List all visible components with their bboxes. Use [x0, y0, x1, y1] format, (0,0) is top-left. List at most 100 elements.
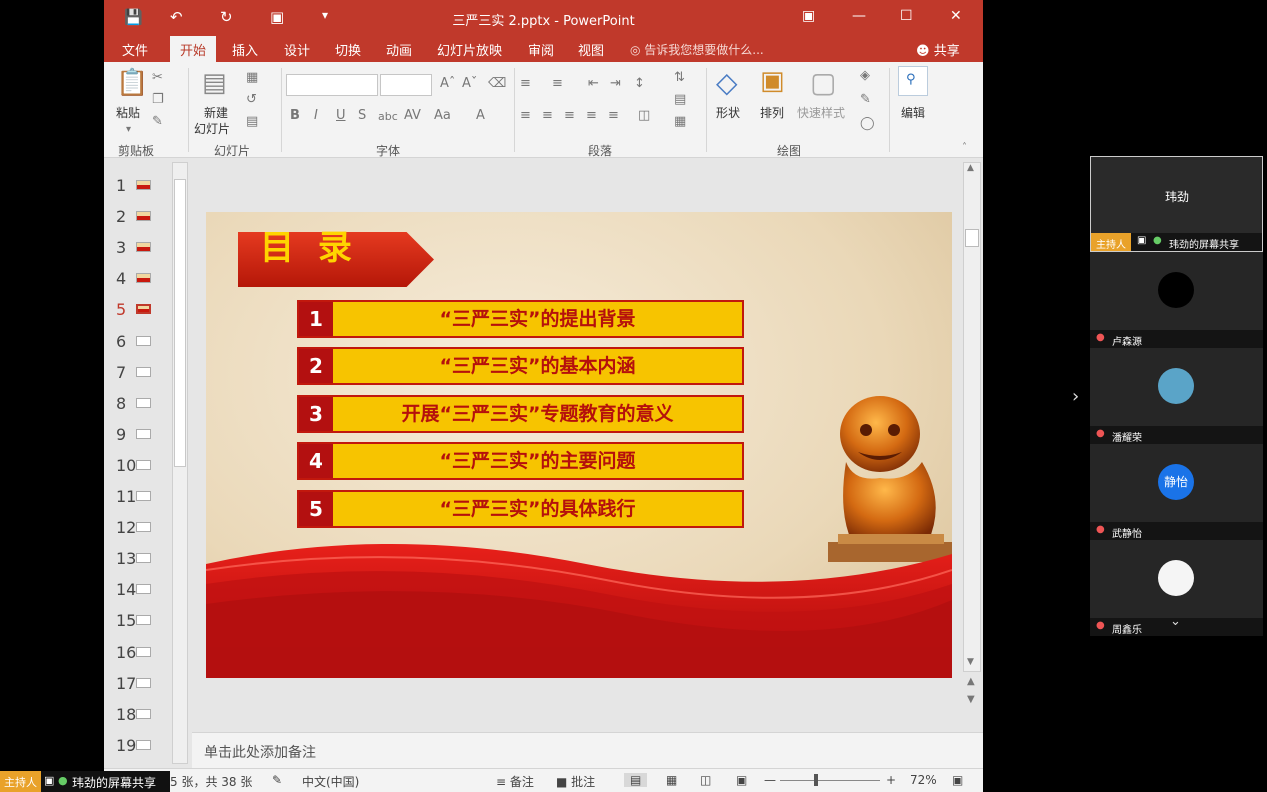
arrange-icon[interactable]: ▣: [760, 66, 785, 96]
font-size-input[interactable]: [380, 74, 432, 96]
toc-item[interactable]: 2 “三严三实”的基本内涵: [297, 347, 744, 386]
shadow-icon[interactable]: S: [358, 108, 366, 123]
notes-toggle[interactable]: ≡ 备注: [496, 773, 534, 790]
spellcheck-icon[interactable]: ✎: [272, 773, 282, 787]
participant-tile[interactable]: ● 潘耀荣: [1090, 348, 1263, 444]
align-left-icon[interactable]: ≡: [520, 108, 531, 123]
slide-thumbnail[interactable]: [136, 366, 151, 377]
slide-thumbnail[interactable]: [136, 304, 151, 315]
zoom-in-icon[interactable]: +: [886, 773, 896, 787]
scrollbar-thumb[interactable]: [174, 179, 186, 467]
edit-label[interactable]: 编辑: [901, 104, 925, 121]
shapes-label[interactable]: 形状: [716, 104, 740, 121]
bullets-icon[interactable]: ≡: [520, 76, 531, 91]
slide-thumbnail[interactable]: [136, 646, 151, 657]
layout-icon[interactable]: ▦: [246, 70, 258, 85]
clear-format-icon[interactable]: ⌫: [488, 76, 506, 91]
align-center-icon[interactable]: ≡: [542, 108, 553, 123]
font-color-icon[interactable]: A: [476, 108, 485, 123]
slideshow-view-icon[interactable]: ▣: [736, 773, 747, 787]
thumbnails-scrollbar[interactable]: [172, 162, 188, 764]
slide-title[interactable]: 目 录: [260, 220, 358, 269]
char-spacing-icon[interactable]: AV: [404, 108, 421, 123]
section-icon[interactable]: ▤: [246, 114, 258, 129]
align-text-icon[interactable]: ▤: [674, 92, 686, 107]
tab-animations[interactable]: 动画: [386, 40, 412, 59]
tab-review[interactable]: 审阅: [528, 40, 554, 59]
reset-icon[interactable]: ↺: [246, 92, 257, 107]
format-painter-icon[interactable]: ✎: [152, 114, 163, 129]
collapse-ribbon-icon[interactable]: ˄: [962, 142, 967, 153]
font-name-input[interactable]: [286, 74, 378, 96]
slide-thumbnail[interactable]: [136, 211, 151, 222]
tab-view[interactable]: 视图: [578, 40, 604, 59]
italic-icon[interactable]: I: [314, 108, 318, 123]
zoom-out-icon[interactable]: —: [764, 773, 776, 787]
toc-item[interactable]: 4 “三严三实”的主要问题: [297, 442, 744, 481]
new-slide-icon[interactable]: ▤: [202, 68, 227, 98]
slide-thumbnail[interactable]: [136, 615, 151, 626]
zoom-level[interactable]: 72%: [910, 773, 937, 787]
shape-effects-icon[interactable]: ◯: [860, 116, 875, 131]
copy-icon[interactable]: ❐: [152, 92, 164, 107]
scroll-down-chevron-icon[interactable]: ⌄: [1170, 614, 1181, 629]
ribbon-display-icon[interactable]: ▣: [802, 8, 815, 24]
tab-slideshow[interactable]: 幻灯片放映: [437, 40, 502, 59]
toc-item[interactable]: 5 “三严三实”的具体践行: [297, 489, 744, 528]
zoom-slider[interactable]: [780, 774, 880, 786]
scroll-up-icon[interactable]: ▲: [967, 163, 974, 173]
quick-styles-label[interactable]: 快速样式: [797, 104, 845, 121]
slide-thumbnail[interactable]: [136, 584, 151, 595]
bold-icon[interactable]: B: [290, 108, 300, 123]
fit-slide-icon[interactable]: ▣: [952, 773, 963, 787]
slide-thumbnail[interactable]: [136, 739, 151, 750]
cut-icon[interactable]: ✂: [152, 70, 163, 85]
participant-tile[interactable]: 静怡 ● 武静怡: [1090, 444, 1263, 540]
shrink-font-icon[interactable]: Aˇ: [462, 76, 477, 91]
participant-tile[interactable]: ● 卢森源: [1090, 252, 1263, 348]
tab-design[interactable]: 设计: [284, 40, 310, 59]
slide-thumbnail[interactable]: [136, 397, 151, 408]
strikethrough-icon[interactable]: abc: [378, 110, 398, 123]
tell-me-search[interactable]: ◎ 告诉我您想要做什么...: [630, 41, 764, 58]
underline-icon[interactable]: U: [336, 108, 346, 123]
scroll-down-icon[interactable]: ▼: [967, 657, 974, 667]
toc-item[interactable]: 3 开展“三严三实”专题教育的意义: [297, 394, 744, 433]
notes-placeholder[interactable]: 单击此处添加备注: [204, 742, 316, 762]
slide-thumbnail[interactable]: [136, 677, 151, 688]
line-spacing-icon[interactable]: ↕: [634, 76, 645, 91]
justify-icon[interactable]: ≡: [586, 108, 597, 123]
paste-icon[interactable]: 📋: [116, 68, 148, 98]
chevron-down-icon[interactable]: ▾: [126, 124, 131, 135]
grow-font-icon[interactable]: Aˆ: [440, 76, 455, 91]
paste-label[interactable]: 粘贴: [116, 104, 140, 121]
shape-outline-icon[interactable]: ✎: [860, 92, 871, 107]
slide-thumbnail[interactable]: [136, 459, 151, 470]
tab-home[interactable]: 开始: [170, 36, 217, 62]
slide-thumbnail[interactable]: [136, 522, 151, 533]
decrease-indent-icon[interactable]: ⇤: [588, 76, 599, 91]
smartart-icon[interactable]: ▦: [674, 114, 686, 129]
slide-scrollbar[interactable]: ▲ ▼: [963, 162, 981, 672]
slide[interactable]: 目 录 1 “三严三实”的提出背景 2 “三严三实”的基本内涵 3 开展“三严三实”专题教…: [206, 212, 952, 678]
next-slide-icon[interactable]: ▼: [967, 694, 975, 705]
slide-thumbnail[interactable]: [136, 242, 151, 253]
slide-thumbnail[interactable]: [136, 180, 151, 190]
increase-indent-icon[interactable]: ⇥: [610, 76, 621, 91]
share-button[interactable]: ☻ 共享: [916, 40, 960, 59]
maximize-icon[interactable]: ☐: [900, 8, 913, 24]
slide-sorter-icon[interactable]: ▦: [666, 773, 677, 787]
shape-fill-icon[interactable]: ◈: [860, 68, 870, 83]
change-case-icon[interactable]: Aa: [434, 108, 451, 123]
expand-panel-chevron-icon[interactable]: ›: [1072, 386, 1079, 407]
slide-thumbnail[interactable]: [136, 273, 151, 284]
align-right-icon[interactable]: ≡: [564, 108, 575, 123]
zoom-slider-handle[interactable]: [814, 774, 818, 786]
numbering-icon[interactable]: ≡: [552, 76, 563, 91]
tab-transitions[interactable]: 切换: [335, 40, 361, 59]
notes-pane[interactable]: 单击此处添加备注: [192, 732, 983, 768]
quick-styles-icon[interactable]: ▢: [810, 66, 836, 99]
slide-thumbnail[interactable]: [136, 708, 151, 719]
columns-icon[interactable]: ◫: [638, 108, 650, 123]
slide-thumbnail[interactable]: [136, 491, 151, 501]
